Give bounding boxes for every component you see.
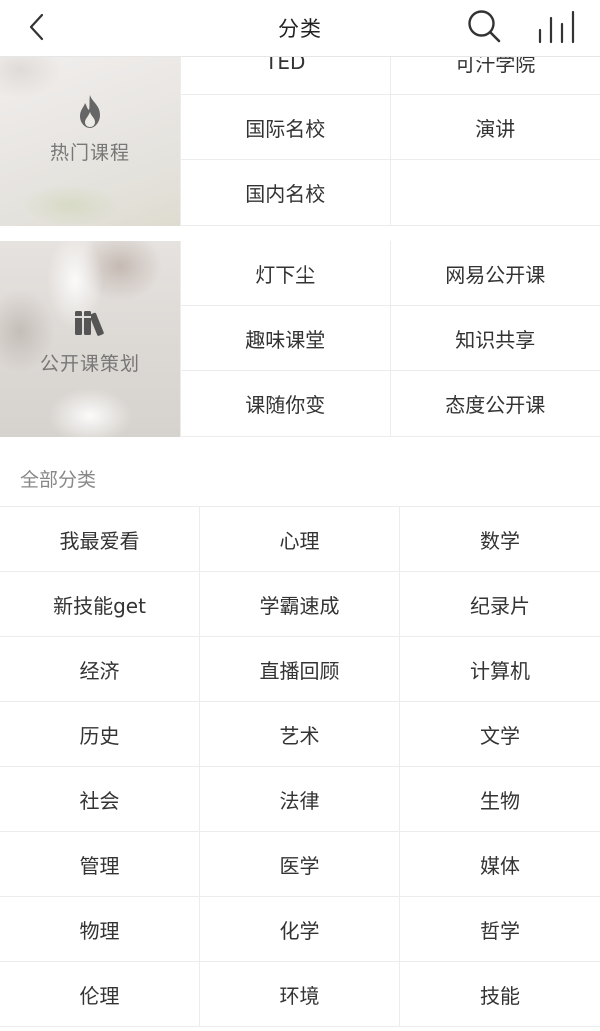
category-item[interactable]: 法律 [200, 767, 400, 832]
category-item[interactable]: 纪录片 [400, 572, 600, 637]
category-item[interactable]: 哲学 [400, 897, 600, 962]
category-item[interactable]: 化学 [200, 897, 400, 962]
hot-courses-label: 热门课程 [49, 141, 130, 164]
open-planning-section: 公开课策划 灯下尘 网易公开课 趣味课堂 知识共享 课随你变 态度公开课 [0, 241, 600, 437]
all-categories-grid: 我最爱看 心理 数学新技能get 学霸速成 纪录片经济 直播回顾 计算机历史 艺术 文学社会 法律… [0, 507, 600, 1027]
category-page-content: 热门课程 TED 可汗学院 国际名校 演讲 国内名校 公开课策划 灯下尘 网易公… [0, 30, 600, 1027]
back-button[interactable] [22, 10, 52, 44]
flame-icon [80, 94, 100, 128]
category-item[interactable]: 社会 [0, 767, 200, 832]
category-item[interactable]: 伦理 [0, 962, 200, 1027]
ranking-button[interactable] [534, 8, 578, 46]
category-item[interactable]: 技能 [400, 962, 600, 1027]
hot-courses-grid: TED 可汗学院 国际名校 演讲 国内名校 [180, 30, 600, 226]
open-planning-item[interactable]: 知识共享 [390, 306, 600, 371]
hot-course-item[interactable]: 国内名校 [181, 160, 391, 226]
open-planning-grid: 灯下尘 网易公开课 趣味课堂 知识共享 课随你变 态度公开课 [180, 241, 600, 437]
category-item[interactable]: 心理 [200, 507, 400, 572]
search-icon [468, 10, 501, 43]
category-item[interactable]: 历史 [0, 702, 200, 767]
category-item[interactable]: 经济 [0, 637, 200, 702]
category-item[interactable]: 医学 [200, 832, 400, 897]
bar-chart-icon [538, 10, 575, 44]
category-item[interactable]: 直播回顾 [200, 637, 400, 702]
all-categories-title: 全部分类 [0, 451, 600, 507]
category-item[interactable]: 管理 [0, 832, 200, 897]
category-item[interactable]: 媒体 [400, 832, 600, 897]
category-item[interactable]: 生物 [400, 767, 600, 832]
category-item[interactable]: 计算机 [400, 637, 600, 702]
books-icon [75, 310, 104, 336]
category-item[interactable]: 新技能get [0, 572, 200, 637]
open-planning-item[interactable]: 态度公开课 [390, 371, 600, 437]
hot-course-empty-cell [390, 160, 600, 226]
category-item[interactable]: 艺术 [200, 702, 400, 767]
page-title: 分类 [278, 17, 322, 41]
open-planning-label: 公开课策划 [39, 352, 140, 375]
open-planning-item[interactable]: 灯下尘 [181, 241, 391, 306]
hot-courses-banner[interactable]: 热门课程 [0, 30, 180, 226]
search-button[interactable] [464, 6, 504, 46]
chevron-left-icon [29, 13, 44, 41]
category-item[interactable]: 我最爱看 [0, 507, 200, 572]
category-item[interactable]: 环境 [200, 962, 400, 1027]
category-item[interactable]: 学霸速成 [200, 572, 400, 637]
open-planning-item[interactable]: 网易公开课 [390, 241, 600, 306]
category-item[interactable]: 物理 [0, 897, 200, 962]
hot-courses-section: 热门课程 TED 可汗学院 国际名校 演讲 国内名校 [0, 30, 600, 226]
top-nav-bar: 分类 [0, 0, 600, 57]
open-planning-item[interactable]: 趣味课堂 [181, 306, 391, 371]
category-item[interactable]: 文学 [400, 702, 600, 767]
open-planning-banner[interactable]: 公开课策划 [0, 241, 180, 437]
hot-course-item[interactable]: 国际名校 [181, 95, 391, 160]
hot-course-item[interactable]: 演讲 [390, 95, 600, 160]
open-planning-item[interactable]: 课随你变 [181, 371, 391, 437]
category-item[interactable]: 数学 [400, 507, 600, 572]
